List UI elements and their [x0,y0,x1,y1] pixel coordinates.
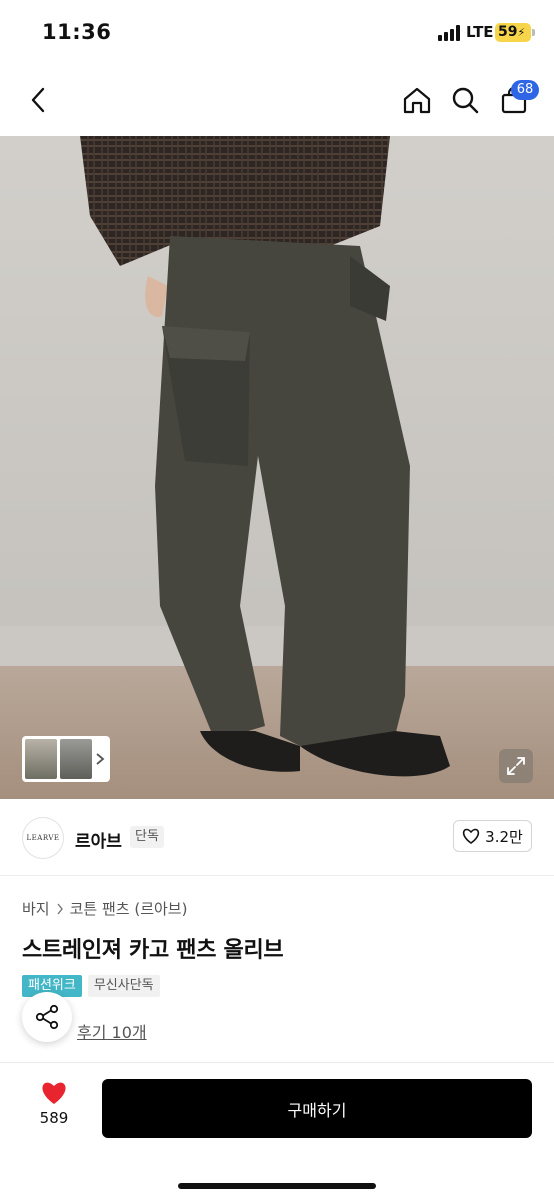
home-indicator [178,1183,376,1189]
buy-button[interactable]: 구매하기 [102,1079,532,1138]
brand-like-count: 3.2만 [485,827,523,846]
breadcrumb-category[interactable]: 바지 [22,898,50,919]
expand-icon[interactable] [499,749,533,783]
search-icon[interactable] [447,82,483,118]
product-title: 스트레인져 카고 팬츠 올리브 [22,938,284,963]
chevron-left-icon[interactable] [20,82,56,118]
brand-name[interactable]: 르아브 [75,827,122,852]
chevron-right-icon [57,903,63,914]
status-bar: 11:36 LTE 59⚡ [0,0,554,66]
battery-icon: 59⚡ [495,23,531,42]
product-photo[interactable] [0,136,554,799]
breadcrumb-subcategory[interactable]: 코튼 팬츠 (르아브) [70,898,188,919]
home-icon[interactable] [399,82,435,118]
heart-outline-icon [463,828,480,844]
thumbnail-image[interactable] [60,739,92,779]
signal-icon [438,25,462,41]
breadcrumb: 바지 코튼 팬츠 (르아브) [22,898,187,919]
review-link[interactable]: 후기 10개 [77,1019,147,1043]
favorite-count: 589 [39,1109,69,1127]
musinsa-exclusive-tag: 무신사단독 [87,975,160,997]
status-time: 11:36 [42,20,112,44]
battery-nub [532,29,535,36]
nav-bar [0,66,554,136]
chevron-right-icon[interactable] [95,752,105,766]
share-icon [35,1004,59,1030]
brand-logo[interactable]: LEARVE [22,817,64,859]
thumbnail-image[interactable] [25,739,57,779]
product-photo-illustration [0,136,554,799]
network-label: LTE [466,23,494,41]
heart-filled-icon [42,1082,66,1104]
share-button[interactable] [22,992,72,1042]
battery-level: 59 [498,24,518,40]
thumbnail-strip[interactable] [22,736,110,782]
exclusive-badge: 단독 [130,826,164,848]
favorite-button[interactable]: 589 [28,1080,80,1127]
brand-like-button[interactable]: 3.2만 [453,820,532,852]
cart-count-badge: 68 [511,80,539,100]
